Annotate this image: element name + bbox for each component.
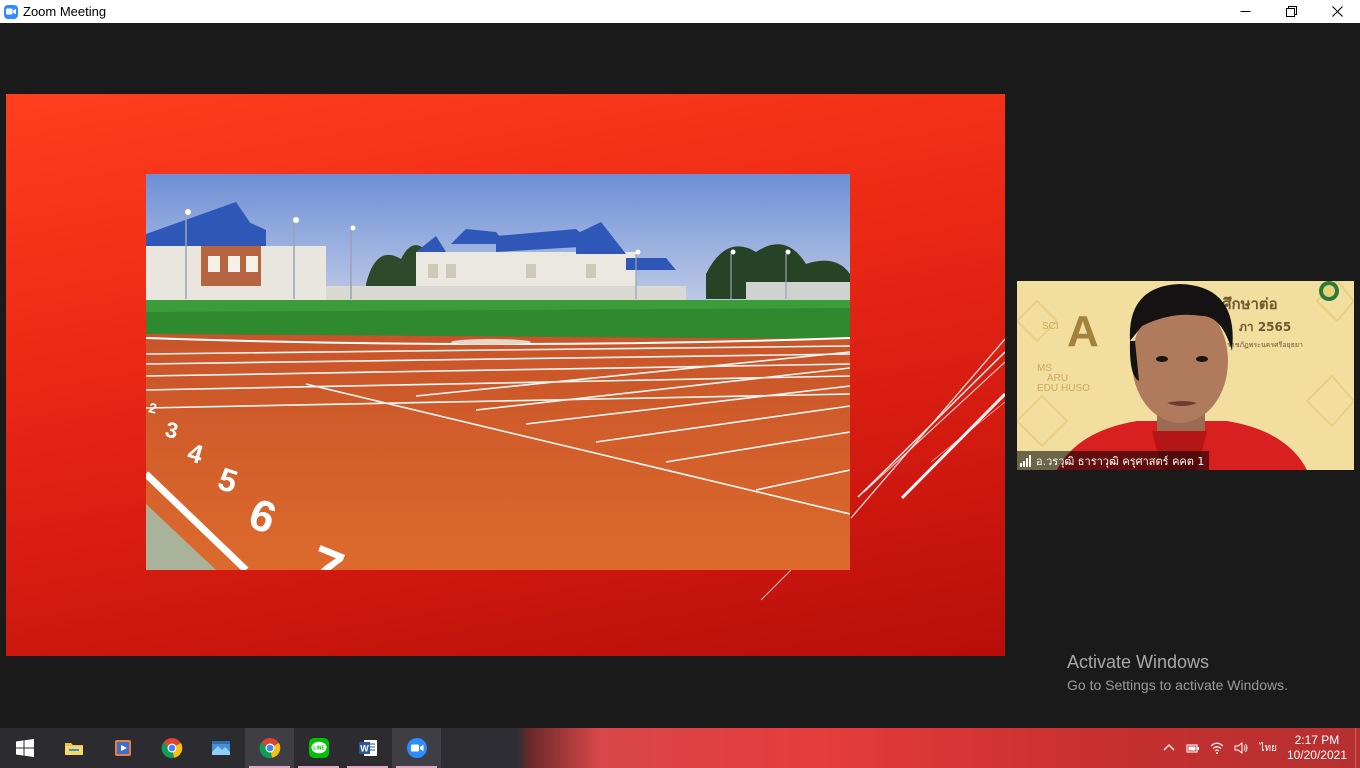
zoom-icon: [406, 738, 427, 758]
photos-icon: [211, 741, 230, 755]
show-desktop-button[interactable]: [1355, 728, 1360, 768]
minimize-button[interactable]: [1222, 0, 1268, 23]
svg-text:W: W: [360, 744, 369, 754]
tray-battery[interactable]: [1181, 728, 1205, 768]
tray-network[interactable]: [1205, 728, 1229, 768]
taskbar-chrome-1[interactable]: [147, 728, 196, 768]
line-icon: LINE: [308, 738, 329, 758]
shared-slide[interactable]: 2 3 4 5 6 7: [6, 94, 1005, 656]
svg-text:LINE: LINE: [313, 746, 325, 752]
volume-icon: [1234, 742, 1248, 754]
window-title: Zoom Meeting: [23, 4, 107, 19]
taskbar-chrome-2[interactable]: [245, 728, 294, 768]
restore-button[interactable]: [1268, 0, 1314, 23]
taskbar-zoom[interactable]: [392, 728, 441, 768]
file-explorer-icon: [64, 743, 83, 755]
input-language[interactable]: ไทย: [1259, 741, 1276, 756]
participant-video[interactable]: A ศึกษาต่อ ภา 2565 ราชภัฏพระนครศรีอยุธยา…: [1017, 281, 1354, 470]
bg-letter-a: A: [1067, 307, 1099, 356]
wifi-icon: [1211, 742, 1224, 754]
taskbar: LINE W ไทย 2:17 PM 10/20/2021: [0, 728, 1360, 768]
restore-icon: [1285, 6, 1297, 17]
taskbar-line[interactable]: LINE: [294, 728, 343, 768]
meeting-view: 2 3 4 5 6 7 A ศึกษาต่อ ภา 2565 ราชภัฏพระ…: [0, 23, 1360, 728]
close-button[interactable]: [1314, 0, 1360, 23]
close-icon: [1331, 6, 1343, 17]
clock-time: 2:17 PM: [1294, 733, 1340, 747]
minimize-icon: [1240, 11, 1250, 12]
bg-thai-university: ราชภัฏพระนครศรีอยุธยา: [1227, 341, 1303, 349]
chrome-icon: [259, 738, 280, 759]
tray-overflow-button[interactable]: [1157, 728, 1181, 768]
start-icon: [15, 739, 34, 757]
battery-icon: [1186, 744, 1200, 753]
bg-label-edu: EDU: [1037, 383, 1058, 394]
media-player-icon: [114, 740, 131, 756]
signal-strength-icon: [1020, 454, 1031, 467]
word-icon: W: [358, 740, 377, 756]
system-tray: ไทย 2:17 PM 10/20/2021: [1157, 728, 1360, 768]
taskbar-clock[interactable]: 2:17 PM 10/20/2021: [1287, 733, 1347, 763]
bg-label-sci: SCI: [1042, 321, 1059, 332]
bg-thai-heading: ศึกษาต่อ: [1222, 295, 1278, 313]
taskbar-apps: LINE W: [0, 728, 442, 768]
title-bar: Zoom Meeting: [0, 0, 1360, 23]
tray-volume[interactable]: [1229, 728, 1253, 768]
taskbar-word[interactable]: W: [343, 728, 392, 768]
taskbar-media-player[interactable]: [98, 728, 147, 768]
activate-windows-watermark: Activate Windows Go to Settings to activ…: [1067, 652, 1288, 693]
bg-label-huso: HUSO: [1061, 383, 1090, 394]
clock-date: 10/20/2021: [1286, 748, 1347, 762]
chrome-icon: [161, 738, 182, 759]
participant-name: อ.วรวุฒิ ธาราวุฒิ ครุศาสตร์ คคต 1: [1036, 454, 1205, 468]
participant-video-feed: A ศึกษาต่อ ภา 2565 ราชภัฏพระนครศรีอยุธยา…: [1017, 281, 1354, 470]
activate-title: Activate Windows: [1067, 652, 1210, 672]
start-button[interactable]: [0, 728, 49, 768]
bg-thai-year: ภา 2565: [1239, 320, 1291, 334]
taskbar-photos[interactable]: [196, 728, 245, 768]
window-controls: [1222, 0, 1360, 23]
taskbar-file-explorer[interactable]: [49, 728, 98, 768]
activate-subtitle: Go to Settings to activate Windows.: [1067, 677, 1288, 693]
participant-name-tag: อ.วรวุฒิ ธาราวุฒิ ครุศาสตร์ คคต 1: [1017, 451, 1210, 470]
zoom-app-icon: [4, 4, 18, 19]
stadium-photo: 2 3 4 5 6 7: [146, 174, 850, 570]
chevron-up-icon: [1163, 744, 1175, 751]
